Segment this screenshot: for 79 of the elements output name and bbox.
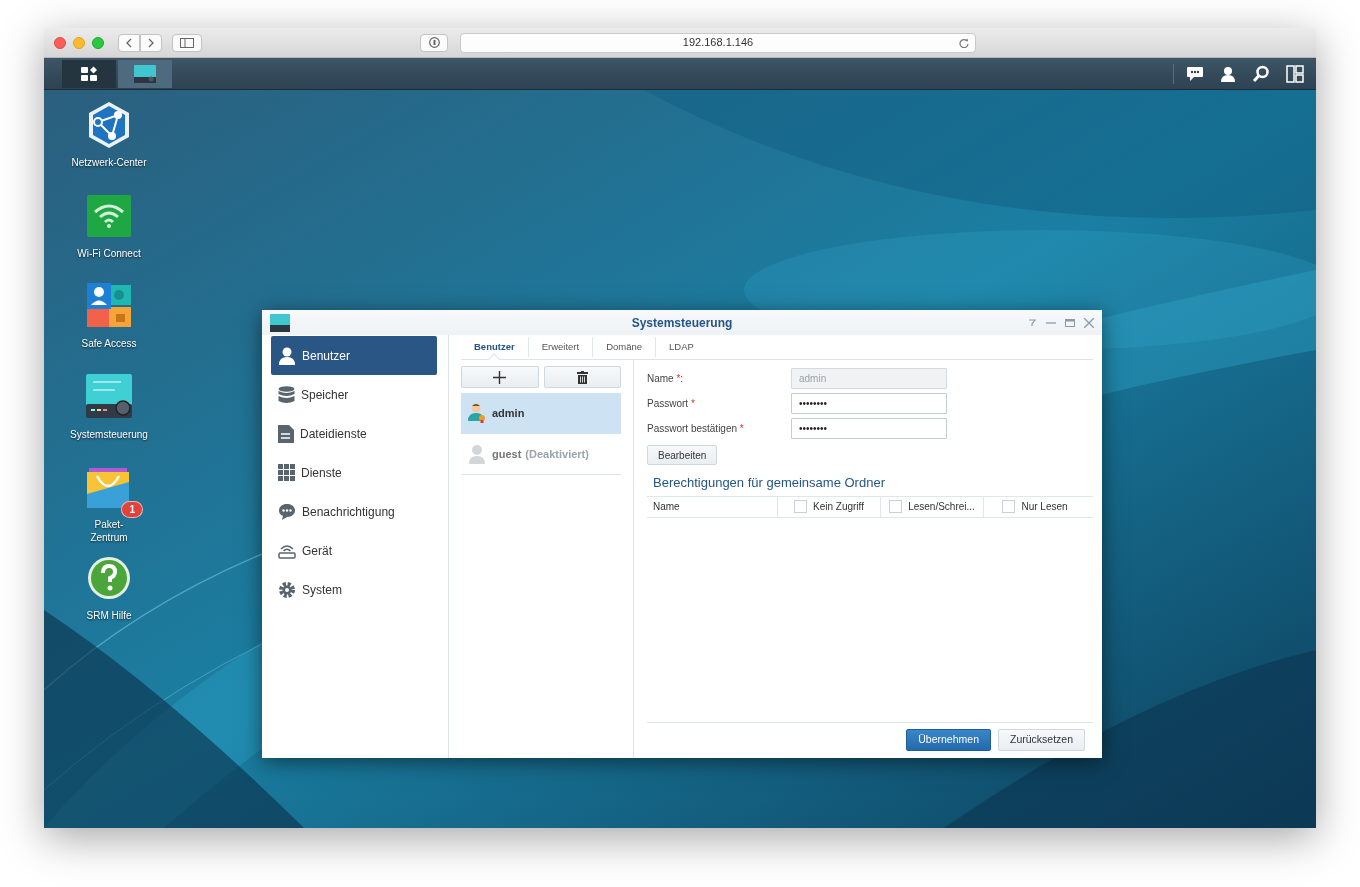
sidebar-button[interactable] bbox=[172, 33, 202, 52]
shortcut-label: SRM Hilfe bbox=[86, 608, 132, 622]
checkbox[interactable] bbox=[889, 500, 903, 513]
chat-icon bbox=[1186, 65, 1204, 82]
safe-access-icon bbox=[85, 283, 133, 329]
back-button[interactable] bbox=[118, 33, 140, 52]
close-button[interactable] bbox=[54, 36, 66, 49]
privacy-button[interactable] bbox=[420, 33, 448, 52]
zoom-button[interactable] bbox=[92, 36, 104, 49]
field-label: Name *: bbox=[647, 372, 685, 386]
plus-icon bbox=[493, 370, 507, 384]
shortcut-label: Wi-Fi Connect bbox=[77, 246, 141, 260]
desktop-shortcut[interactable]: Wi-Fi Connect bbox=[44, 190, 174, 281]
sidebar-item[interactable]: Benutzer bbox=[271, 336, 437, 375]
grid-icon bbox=[278, 464, 295, 481]
checkbox[interactable] bbox=[1002, 500, 1016, 513]
forward-icon bbox=[147, 37, 155, 48]
sidebar-item[interactable]: System bbox=[271, 570, 437, 609]
back-icon bbox=[125, 37, 133, 48]
desktop-shortcut[interactable]: Systemsteuerung bbox=[44, 371, 174, 462]
user-icon bbox=[278, 346, 296, 365]
tab[interactable]: Erweitert bbox=[527, 337, 593, 357]
shortcut-label: Safe Access bbox=[81, 337, 137, 350]
trash-icon bbox=[576, 370, 588, 384]
address-bar[interactable]: 192.168.1.146 bbox=[460, 32, 976, 53]
desktop-shortcut[interactable]: SRM Hilfe bbox=[44, 552, 174, 643]
input-field[interactable]: •••••••• bbox=[791, 393, 947, 414]
reset-button[interactable]: Zurücksetzen bbox=[997, 729, 1085, 751]
control-panel-icon bbox=[85, 373, 133, 420]
delete-button[interactable] bbox=[543, 366, 621, 388]
main-menu-button[interactable] bbox=[62, 59, 116, 88]
search-icon bbox=[1252, 64, 1270, 83]
user-icon bbox=[468, 444, 486, 464]
shortcut-label: Paket- Zentrum bbox=[90, 518, 128, 544]
shortcut-label: Systemsteuerung bbox=[70, 427, 148, 441]
router-icon bbox=[278, 542, 296, 559]
tab[interactable]: Domäne bbox=[592, 337, 656, 357]
column-header[interactable]: Lesen/Schrei... bbox=[908, 499, 975, 514]
settings-icon bbox=[278, 580, 296, 599]
wifi-icon bbox=[86, 193, 132, 238]
sidebar-icon bbox=[180, 37, 194, 48]
sidebar-item[interactable]: Speicher bbox=[271, 375, 437, 414]
sidebar-item[interactable]: Dateidienste bbox=[271, 414, 437, 453]
checkbox[interactable] bbox=[794, 500, 807, 513]
section-title: Berechtigungen für gemeinsame Ordner bbox=[652, 474, 886, 492]
column-header[interactable]: Kein Zugriff bbox=[813, 499, 864, 514]
menu-icon bbox=[80, 65, 98, 82]
widgets-icon bbox=[1286, 64, 1304, 83]
close-icon bbox=[1084, 317, 1094, 328]
app-icon bbox=[270, 313, 290, 332]
edit-button[interactable]: Bearbeiten bbox=[647, 445, 718, 465]
user-icon bbox=[1220, 65, 1236, 82]
tab[interactable]: LDAP bbox=[655, 337, 707, 357]
column-header[interactable]: Nur Lesen bbox=[1021, 499, 1068, 514]
maximize-icon bbox=[1065, 317, 1075, 328]
field-label: Passwort bestätigen * bbox=[647, 422, 745, 436]
field-label: Passwort * bbox=[647, 397, 696, 411]
desktop-shortcut[interactable]: Netzwerk-Center bbox=[44, 100, 174, 191]
taskbar-app-button[interactable] bbox=[118, 59, 172, 88]
column-header[interactable]: Name bbox=[653, 499, 680, 514]
desktop-shortcut[interactable]: Safe Access bbox=[44, 281, 174, 372]
chat-icon bbox=[278, 503, 296, 520]
forward-button[interactable] bbox=[140, 33, 162, 52]
reload-icon bbox=[959, 37, 969, 48]
minimize-button[interactable] bbox=[73, 36, 85, 49]
input-field[interactable]: •••••••• bbox=[791, 418, 947, 439]
sidebar-item[interactable]: Benachrichtigung bbox=[271, 492, 437, 531]
desktop-shortcut[interactable]: 1 Paket- Zentrum bbox=[44, 462, 174, 553]
privacy-icon bbox=[428, 37, 440, 48]
apply-button[interactable]: Übernehmen bbox=[906, 729, 991, 751]
control-panel-icon bbox=[134, 64, 156, 83]
database-icon bbox=[278, 385, 295, 404]
shortcut-label: Netzwerk-Center bbox=[71, 156, 147, 169]
user-list-item[interactable]: admin bbox=[461, 393, 621, 434]
tab[interactable]: Benutzer bbox=[461, 337, 528, 357]
sidebar-item[interactable]: Gerät bbox=[271, 531, 437, 570]
user-badge-icon bbox=[468, 403, 486, 423]
sidebar-item[interactable]: Dienste bbox=[271, 453, 437, 492]
window-title: Systemsteuerung bbox=[631, 314, 733, 332]
